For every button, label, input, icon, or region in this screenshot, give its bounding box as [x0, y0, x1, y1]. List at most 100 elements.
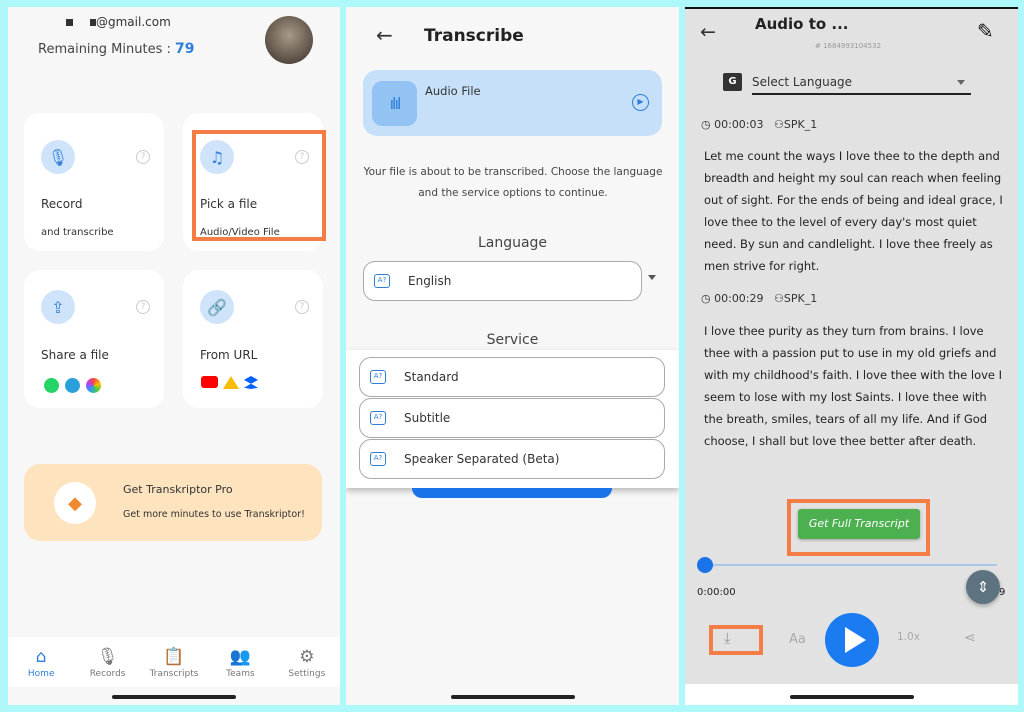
- help-icon[interactable]: ?: [295, 300, 309, 314]
- account-email: @gmail.com: [90, 15, 171, 29]
- nav-records[interactable]: 🎙 Records: [74, 647, 140, 697]
- share-app-icons: [44, 378, 101, 393]
- service-option-standard[interactable]: A? Standard: [359, 357, 665, 397]
- card-title: From URL: [200, 348, 258, 362]
- playback-speed-button[interactable]: 1.0x: [897, 631, 920, 643]
- audio-file-card[interactable]: ılıl Audio File ▶: [363, 70, 662, 136]
- whatsapp-icon[interactable]: [44, 378, 59, 393]
- language-value: English: [408, 274, 452, 288]
- nav-home[interactable]: ⌂ Home: [8, 647, 74, 697]
- nav-settings[interactable]: ⚙ Settings: [274, 647, 340, 697]
- current-time: 0:00:00: [697, 587, 736, 598]
- language-placeholder: Select Language: [752, 75, 853, 89]
- transcript-player-screen: ← Audio to ... # 1684993104532 ✎ G Selec…: [685, 7, 1018, 705]
- get-full-transcript-button[interactable]: Get Full Transcript: [798, 509, 920, 539]
- translate-icon: A?: [374, 274, 390, 288]
- telegram-icon[interactable]: [65, 378, 80, 393]
- remaining-label: Remaining Minutes :: [38, 42, 171, 57]
- play-button[interactable]: [825, 613, 879, 667]
- language-heading: Language: [477, 235, 548, 251]
- clock-icon: ◷: [701, 118, 711, 131]
- segment-text: I love thee purity as they turn from bra…: [704, 324, 1003, 448]
- service-option-speaker-separated[interactable]: A? Speaker Separated (Beta): [359, 439, 665, 479]
- person-icon: ⚇: [774, 292, 784, 305]
- youtube-icon[interactable]: [201, 376, 218, 388]
- nav-label: Records: [89, 669, 126, 679]
- language-select[interactable]: Select Language: [752, 70, 971, 95]
- segment-text: Let me count the ways I love thee to the…: [704, 149, 1003, 273]
- language-select[interactable]: A? English: [363, 261, 642, 301]
- font-size-button[interactable]: Aa: [789, 632, 806, 647]
- play-icon: [845, 627, 866, 653]
- get-pro-banner[interactable]: ◆ Get Transkriptor Pro Get more minutes …: [24, 464, 322, 541]
- from-url-card[interactable]: 🔗 ? From URL: [183, 270, 323, 408]
- pro-subtitle: Get more minutes to use Transkriptor!: [123, 509, 305, 520]
- upload-icon: ⇪: [41, 290, 75, 324]
- seek-bar[interactable]: [705, 564, 997, 566]
- duration-time: 9: [999, 587, 1006, 598]
- diamond-icon: ◆: [54, 482, 96, 524]
- home-indicator: [450, 695, 575, 699]
- gear-icon: ⚙: [299, 647, 315, 667]
- card-title: Record: [41, 197, 83, 211]
- seek-thumb[interactable]: [697, 557, 713, 573]
- share-file-card[interactable]: ⇪ ? Share a file: [24, 270, 164, 408]
- back-arrow-icon[interactable]: ←: [700, 21, 716, 43]
- nav-label: Settings: [288, 669, 326, 679]
- bottom-nav: ⌂ Home 🎙 Records 📋 Transcripts 👥 Teams ⚙ Sett…: [8, 647, 340, 697]
- segment-meta: ◷ 00:00:29 ⚇SPK_1: [701, 292, 817, 305]
- share-icon[interactable]: ⋖: [964, 630, 976, 646]
- record-card[interactable]: 🎙 ? Record and transcribe: [24, 113, 164, 251]
- nav-teams[interactable]: 👥 Teams: [207, 647, 273, 697]
- nav-label: Transcripts: [149, 669, 199, 679]
- help-icon[interactable]: ?: [136, 300, 150, 314]
- nav-transcripts[interactable]: 📋 Transcripts: [141, 647, 207, 697]
- page-title: Transcribe: [424, 26, 524, 46]
- continue-button[interactable]: [412, 488, 612, 498]
- card-subtitle: and transcribe: [41, 227, 114, 238]
- microphone-icon: 🎙: [41, 140, 75, 174]
- person-icon: ⚇: [774, 118, 784, 131]
- home-indicator: [112, 695, 236, 699]
- remaining-value: 79: [175, 41, 195, 57]
- nav-label: Teams: [226, 669, 255, 679]
- team-icon: 👥: [229, 647, 251, 667]
- service-heading: Service: [486, 332, 539, 348]
- translate-icon: A?: [370, 411, 386, 425]
- link-icon: 🔗: [200, 290, 234, 324]
- service-dropdown: A? Standard A? Subtitle A? Speaker Separate…: [346, 350, 679, 488]
- segment-speaker[interactable]: SPK_1: [784, 118, 817, 131]
- chevron-down-icon: [957, 80, 965, 85]
- download-icon[interactable]: ⤓: [724, 629, 731, 647]
- option-label: Subtitle: [404, 411, 451, 425]
- chevron-down-icon[interactable]: [648, 275, 656, 280]
- clock-icon: ◷: [701, 292, 711, 305]
- segment-time: 00:00:03: [714, 118, 764, 131]
- segment-speaker[interactable]: SPK_1: [784, 292, 817, 305]
- avatar[interactable]: [265, 16, 313, 64]
- back-arrow-icon[interactable]: ←: [376, 23, 393, 47]
- collapse-icon[interactable]: ⇕: [966, 570, 1000, 604]
- top-divider: [685, 7, 1018, 9]
- translate-icon: A?: [370, 370, 386, 384]
- dropbox-icon[interactable]: [244, 376, 258, 389]
- google-drive-icon[interactable]: [223, 376, 239, 389]
- play-icon[interactable]: ▶: [632, 94, 649, 111]
- translate-icon: A?: [370, 452, 386, 466]
- help-icon[interactable]: ?: [136, 150, 150, 164]
- edit-pencil-icon[interactable]: ✎: [977, 19, 994, 43]
- nav-label: Home: [27, 669, 55, 679]
- instruction-text: Your file is about to be transcribed. Ch…: [363, 166, 663, 199]
- card-title: Share a file: [41, 348, 109, 362]
- email-text: @gmail.com: [96, 15, 171, 29]
- highlight-box: [192, 130, 326, 241]
- home-screen: @gmail.com Remaining Minutes : 79 🎙 ? Re…: [8, 7, 340, 705]
- option-label: Speaker Separated (Beta): [404, 452, 560, 466]
- service-option-subtitle[interactable]: A? Subtitle: [359, 398, 665, 438]
- translate-icon: G: [723, 73, 742, 91]
- photos-icon[interactable]: [86, 378, 101, 393]
- pro-title: Get Transkriptor Pro: [123, 483, 233, 496]
- file-label: Audio File: [425, 84, 481, 98]
- clipboard-icon: 📋: [163, 647, 185, 667]
- redacted-mark: [66, 19, 73, 26]
